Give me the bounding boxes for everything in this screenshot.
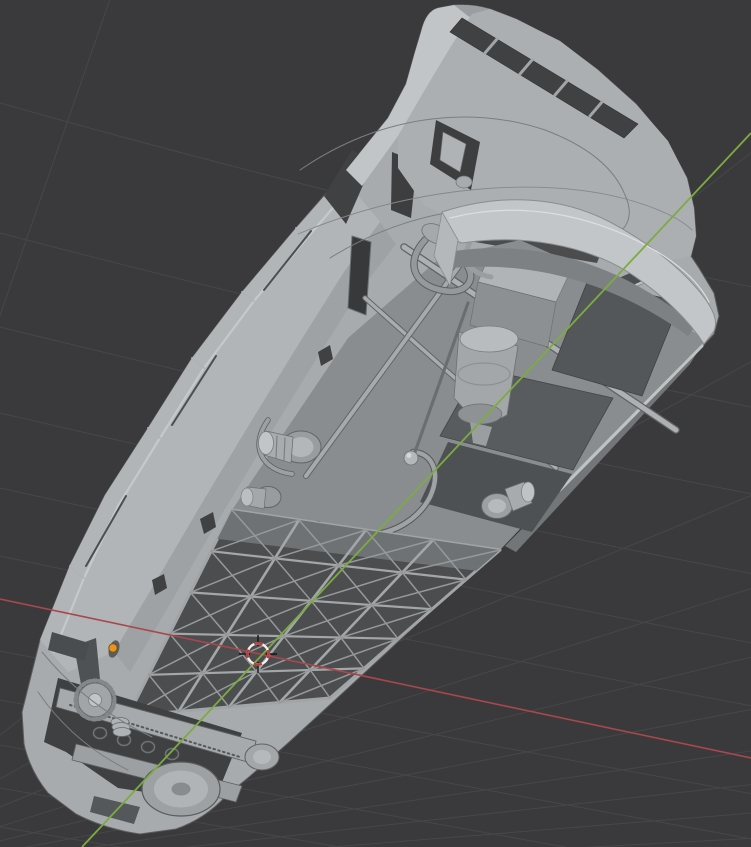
coupler-end xyxy=(240,487,254,507)
ball-joint xyxy=(403,450,419,466)
wheel-small-face xyxy=(253,750,271,764)
coupler-end xyxy=(258,431,274,455)
blender-3d-viewport[interactable] xyxy=(0,0,751,847)
coupler-end xyxy=(521,481,535,503)
wheel-large-hub xyxy=(171,782,191,796)
coupler-disc-inner xyxy=(488,499,506,513)
tank-top xyxy=(459,325,519,353)
recess-knob xyxy=(455,175,473,189)
axle-coupler-lower xyxy=(240,486,282,510)
ball-joint-highlight xyxy=(406,453,412,458)
viewport-canvas[interactable] xyxy=(0,0,751,847)
